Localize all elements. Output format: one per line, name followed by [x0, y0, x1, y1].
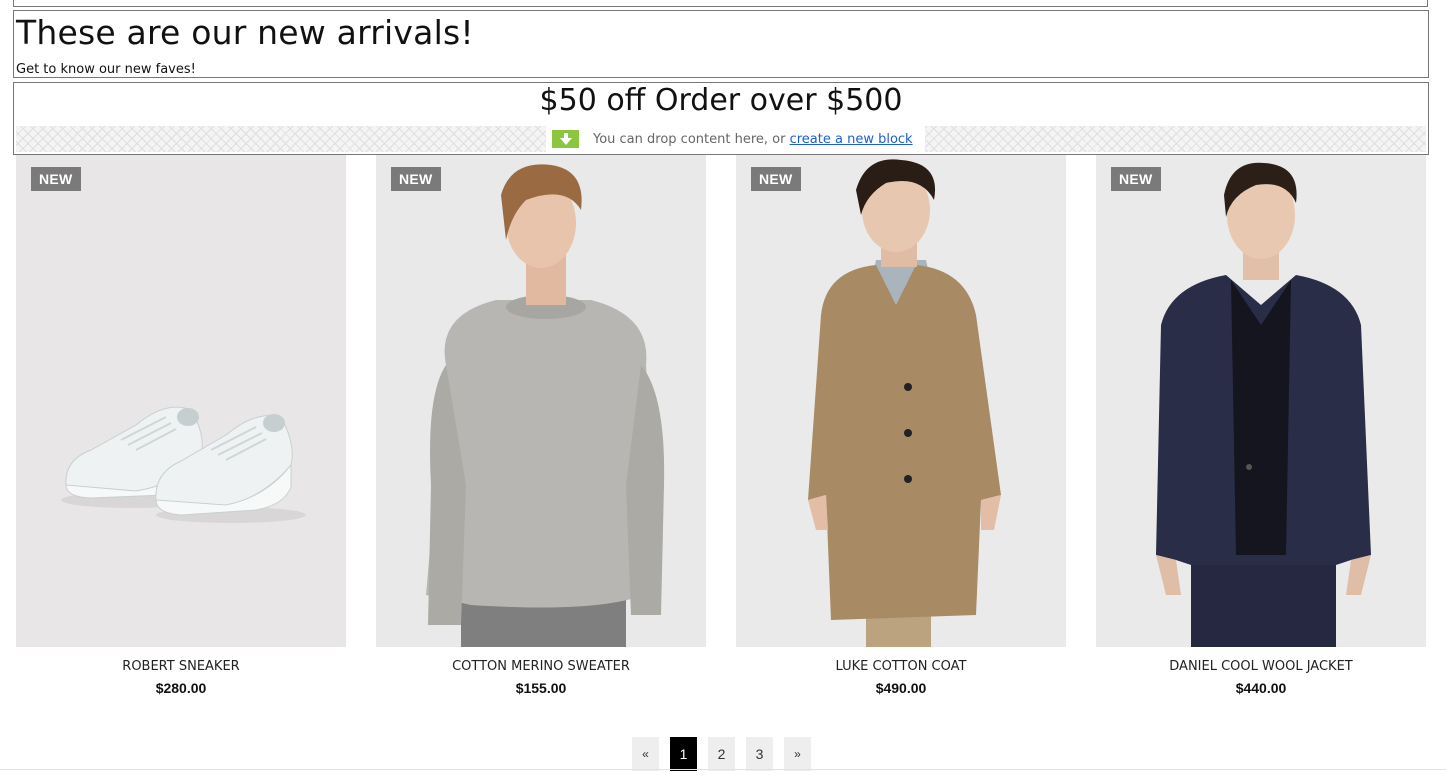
- pagination: « 1 2 3 »: [632, 737, 811, 771]
- product-name[interactable]: DANIEL COOL WOOL JACKET: [1096, 659, 1426, 674]
- product-price: $155.00: [515, 680, 567, 696]
- page-button-1[interactable]: 1: [670, 737, 697, 771]
- new-badge: NEW: [1111, 167, 1161, 191]
- product-name[interactable]: ROBERT SNEAKER: [16, 659, 346, 674]
- product-image[interactable]: NEW: [376, 155, 706, 647]
- page-button-2[interactable]: 2: [708, 737, 735, 771]
- page-title: These are our new arrivals!: [16, 13, 474, 52]
- new-badge: NEW: [31, 167, 81, 191]
- heading-block: These are our new arrivals! Get to know …: [13, 10, 1429, 78]
- product-card[interactable]: NEW ROBERT SNEAKER $280.00: [16, 155, 346, 696]
- product-price: $440.00: [1235, 680, 1287, 696]
- drop-zone-message: You can drop content here, or create a n…: [546, 126, 925, 152]
- product-card[interactable]: NEW DANIEL COOL WOOL JACKET $440.00: [1096, 155, 1426, 696]
- product-image[interactable]: NEW: [1096, 155, 1426, 647]
- product-name[interactable]: LUKE COTTON COAT: [736, 659, 1066, 674]
- new-badge: NEW: [751, 167, 801, 191]
- prev-page-button[interactable]: «: [632, 737, 659, 771]
- product-card[interactable]: NEW LUKE COTTON COAT $490.00: [736, 155, 1066, 696]
- new-badge: NEW: [391, 167, 441, 191]
- product-price: $490.00: [875, 680, 927, 696]
- drop-zone[interactable]: You can drop content here, or create a n…: [16, 126, 1426, 152]
- product-name[interactable]: COTTON MERINO SWEATER: [376, 659, 706, 674]
- arrow-down-icon: [552, 130, 579, 148]
- product-price: $280.00: [155, 680, 207, 696]
- promo-title: $50 off Order over $500: [539, 83, 903, 118]
- create-block-link[interactable]: create a new block: [790, 132, 913, 147]
- product-image[interactable]: NEW: [736, 155, 1066, 647]
- drop-zone-text: You can drop content here, or: [593, 131, 786, 147]
- promo-block: $50 off Order over $500 You can drop con…: [13, 82, 1429, 155]
- product-card[interactable]: NEW COTTON MERINO SWEATER $155.00: [376, 155, 706, 696]
- top-block-edge: [13, 0, 1428, 7]
- next-page-button[interactable]: »: [784, 737, 811, 771]
- footer-divider: [0, 769, 1446, 770]
- page-subtitle: Get to know our new faves!: [16, 62, 196, 77]
- product-image[interactable]: NEW: [16, 155, 346, 647]
- page-button-3[interactable]: 3: [746, 737, 773, 771]
